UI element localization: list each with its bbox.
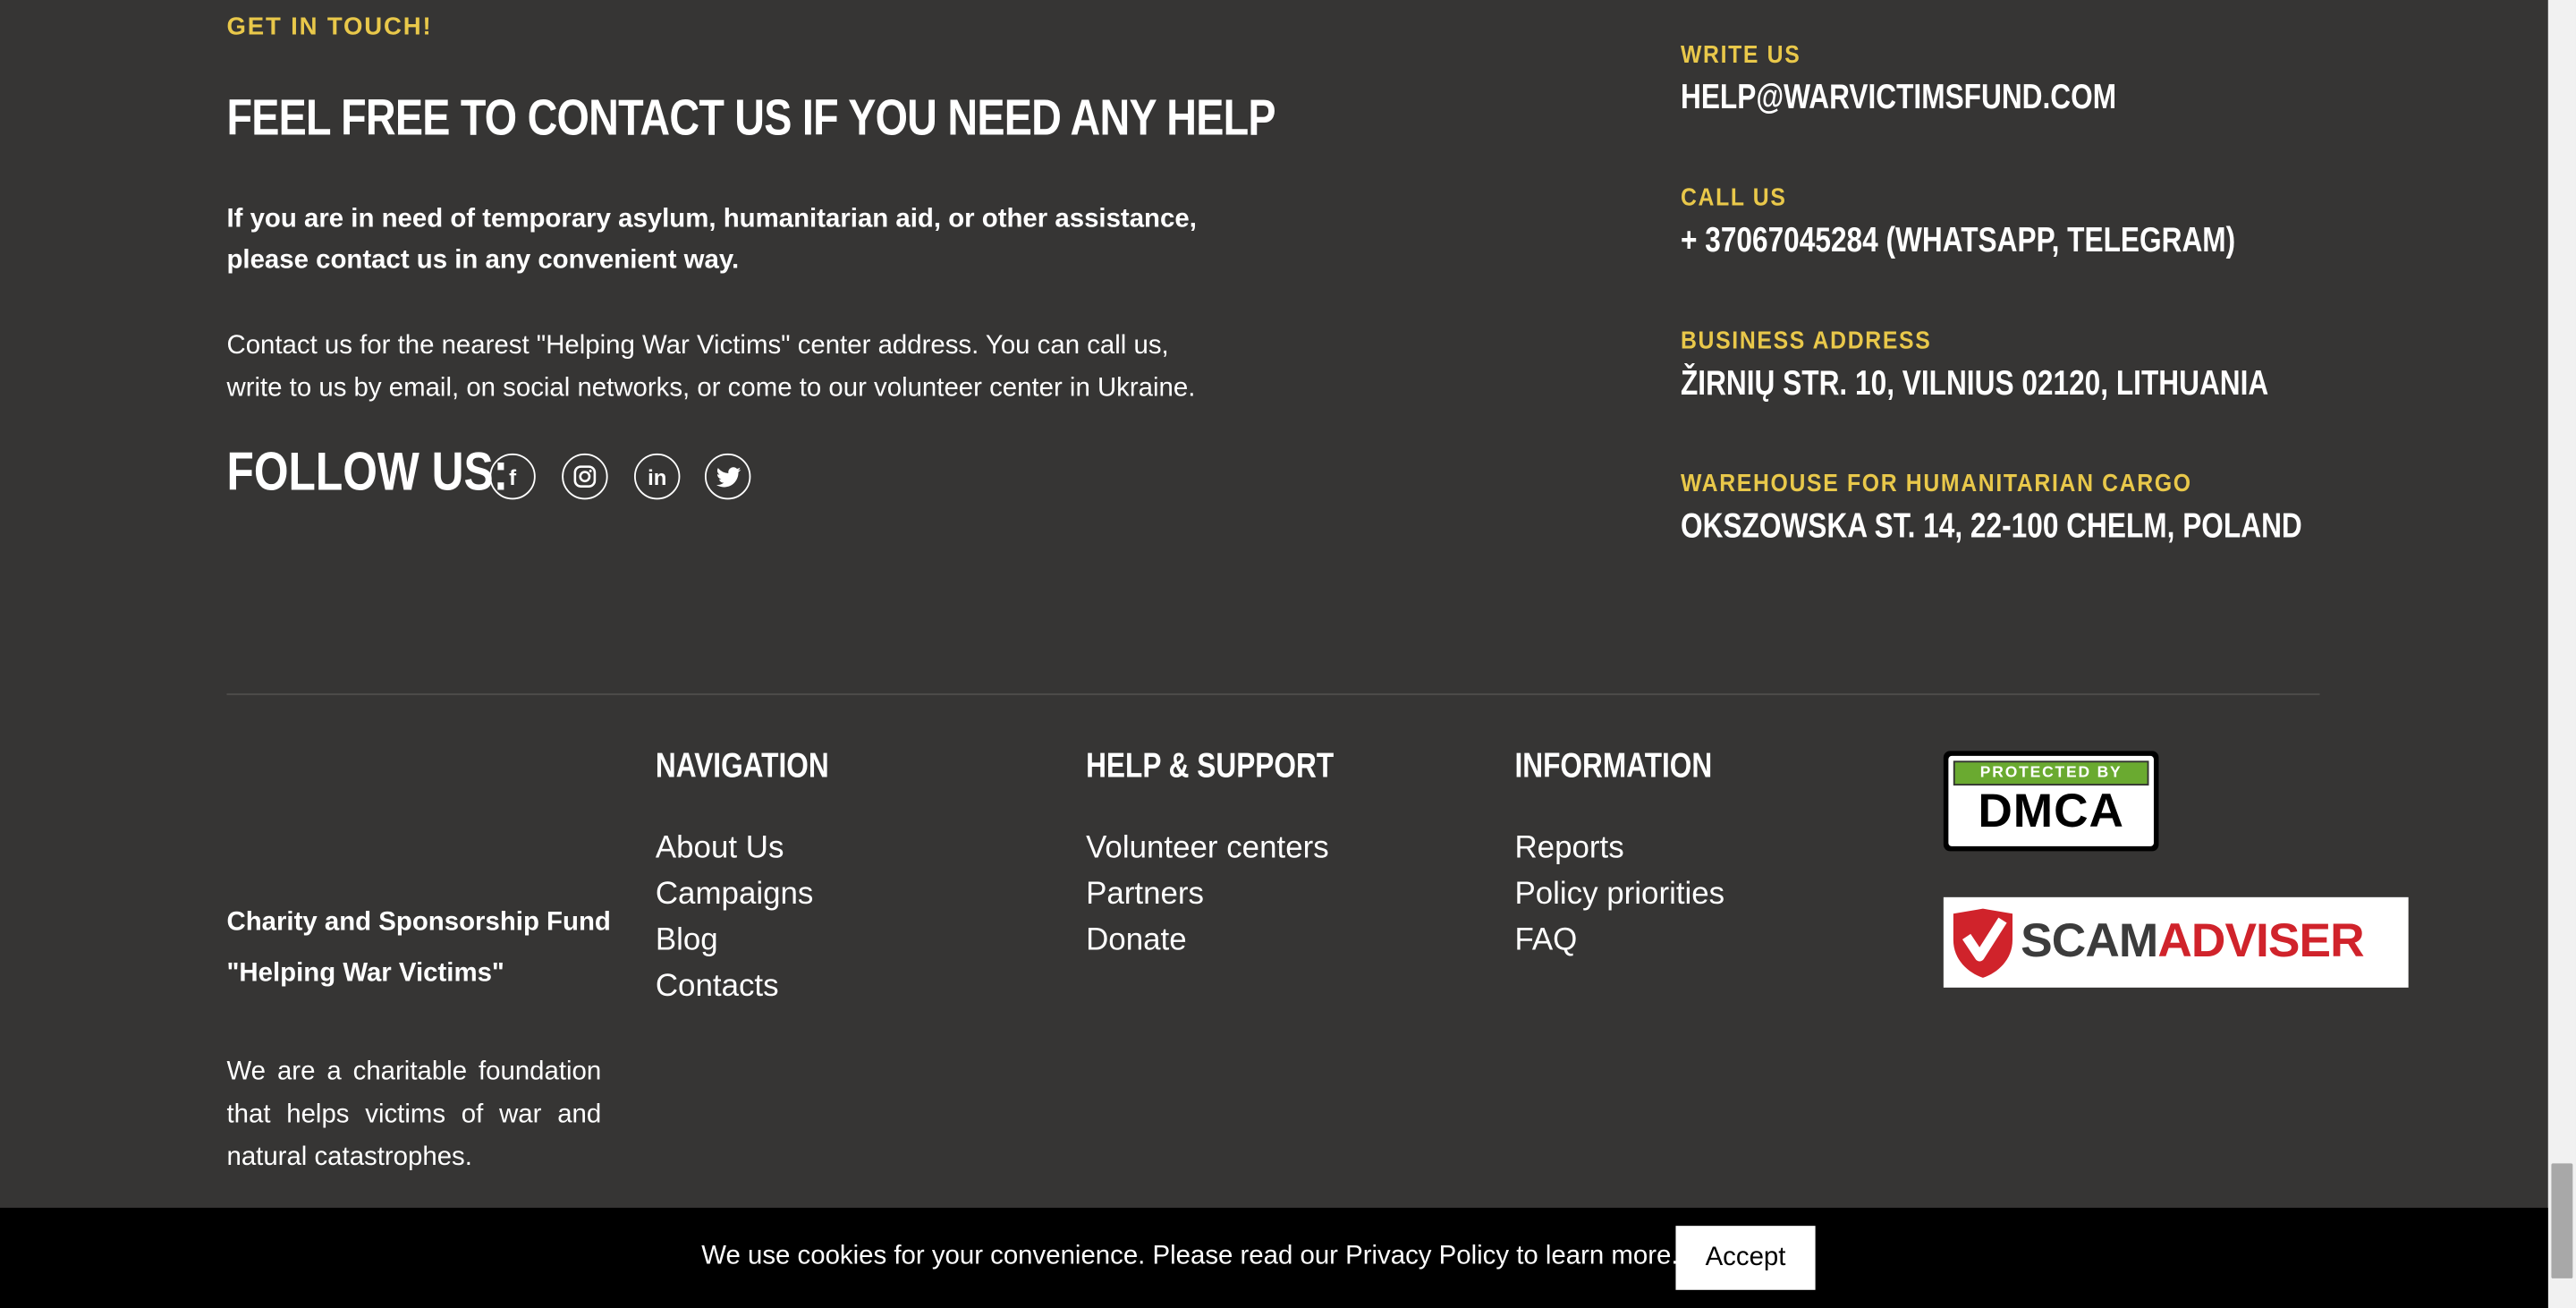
- navigation-list: About Us Campaigns Blog Contacts: [656, 827, 814, 1011]
- instagram-icon: [573, 465, 597, 488]
- information-list: Reports Policy priorities FAQ: [1514, 827, 1724, 964]
- help-support-list: Volunteer centers Partners Donate: [1086, 827, 1329, 964]
- warehouse-address-value: OKSZOWSKA ST. 14, 22-100 CHELM, POLAND: [1680, 507, 2302, 546]
- linkedin-link[interactable]: in: [633, 453, 681, 500]
- help-support-heading: HELP & SUPPORT: [1086, 747, 1335, 786]
- contact-heading: FEEL FREE TO CONTACT US IF YOU NEED ANY …: [226, 89, 1275, 147]
- nav-link-about-us[interactable]: About Us: [656, 831, 784, 866]
- info-link-reports[interactable]: Reports: [1514, 831, 1623, 866]
- navigation-heading: NAVIGATION: [655, 747, 829, 786]
- section-eyebrow: GET IN TOUCH!: [226, 13, 433, 41]
- scamadviser-text-adviser: ADVISER: [2157, 915, 2364, 968]
- org-name: Charity and Sponsorship Fund "Helping Wa…: [226, 908, 611, 988]
- scamadviser-badge[interactable]: SCAMADVISER: [1943, 896, 2409, 988]
- section-divider: [226, 693, 2320, 695]
- contact-body-text: Contact us for the nearest "Helping War …: [226, 332, 1196, 403]
- write-us-label: WRITE US: [1680, 40, 1801, 70]
- scamadviser-shield-icon: [1953, 907, 2012, 977]
- nav-link-contacts[interactable]: Contacts: [656, 970, 779, 1005]
- dmca-badge-top: PROTECTED BY: [1953, 760, 2149, 786]
- follow-us-label: FOLLOW US:: [226, 440, 509, 502]
- scrollbar-thumb[interactable]: [2551, 1163, 2573, 1278]
- help-link-donate[interactable]: Donate: [1086, 923, 1187, 958]
- warehouse-label: WAREHOUSE FOR HUMANITARIAN CARGO: [1680, 470, 2192, 498]
- cookie-message: We use cookies for your convenience. Ple…: [701, 1242, 1679, 1270]
- info-link-policy-priorities[interactable]: Policy priorities: [1514, 878, 1724, 913]
- facebook-icon: f: [509, 463, 517, 489]
- twitter-icon: [715, 466, 741, 487]
- cookie-accept-button[interactable]: Accept: [1675, 1226, 1816, 1290]
- nav-link-campaigns[interactable]: Campaigns: [656, 878, 814, 913]
- page-scrollbar[interactable]: [2547, 0, 2576, 1308]
- linkedin-icon: in: [648, 463, 667, 489]
- help-link-volunteer-centers[interactable]: Volunteer centers: [1086, 831, 1329, 866]
- scamadviser-text-scam: SCAM: [2021, 915, 2158, 968]
- information-heading: INFORMATION: [1514, 747, 1713, 786]
- info-link-faq[interactable]: FAQ: [1514, 923, 1577, 958]
- phone-link[interactable]: + 37067045284 (WHATSAPP, TELEGRAM): [1681, 222, 2235, 261]
- org-description: We are a charitable foundation that help…: [226, 1057, 602, 1172]
- dmca-badge[interactable]: PROTECTED BY DMCA: [1943, 751, 2159, 852]
- facebook-link[interactable]: f: [489, 453, 536, 500]
- dmca-badge-text: DMCA: [1978, 785, 2124, 838]
- contact-lead-text: If you are in need of temporary asylum, …: [226, 205, 1197, 275]
- call-us-label: CALL US: [1680, 183, 1787, 212]
- instagram-link[interactable]: [562, 453, 608, 500]
- twitter-link[interactable]: [704, 453, 751, 500]
- email-link[interactable]: HELP@WARVICTIMSFUND.COM: [1681, 79, 2116, 118]
- help-link-partners[interactable]: Partners: [1086, 878, 1204, 913]
- business-address-value: ŽIRNIŲ STR. 10, VILNIUS 02120, LITHUANIA: [1680, 364, 2269, 403]
- nav-link-blog[interactable]: Blog: [656, 923, 718, 958]
- cookie-banner: We use cookies for your convenience. Ple…: [0, 1207, 2548, 1308]
- business-address-label: BUSINESS ADDRESS: [1680, 327, 1932, 355]
